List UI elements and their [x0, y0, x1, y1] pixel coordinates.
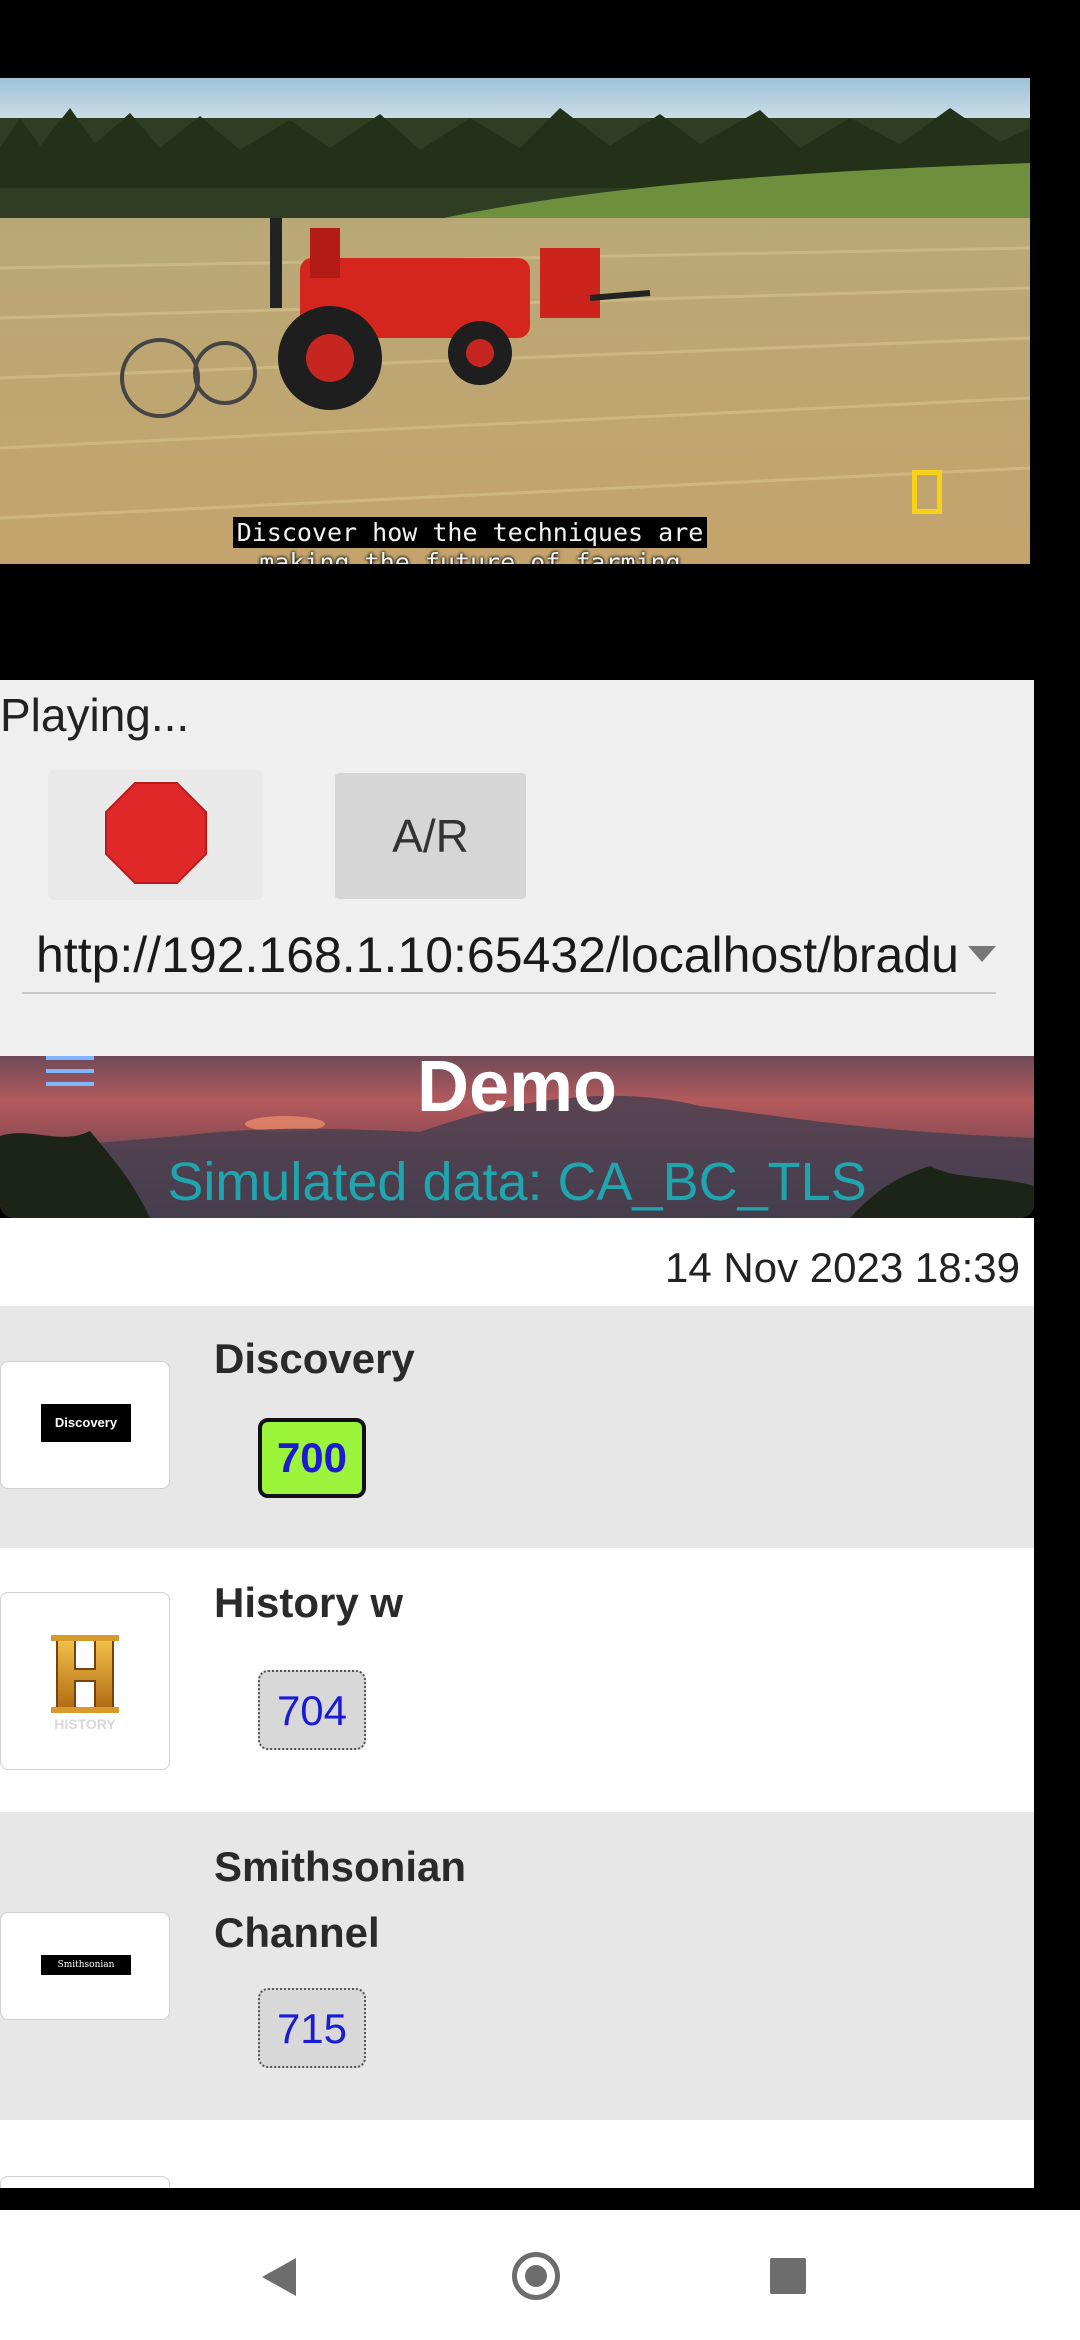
- home-icon[interactable]: [512, 2252, 560, 2300]
- page-title: Demo: [416, 1056, 618, 1127]
- back-icon[interactable]: [262, 2258, 296, 2296]
- recent-apps-icon[interactable]: [770, 2258, 806, 2294]
- stop-icon: [105, 782, 207, 884]
- player-panel: Playing... A/R http://192.168.1.10:65432…: [0, 680, 1034, 1056]
- channel-name: History w: [214, 1579, 404, 1626]
- stream-url-select[interactable]: http://192.168.1.10:65432/localhost/brad…: [22, 918, 996, 994]
- channel-row[interactable]: Discovery Discovery 700: [0, 1306, 1034, 1548]
- stream-url-value: http://192.168.1.10:65432/localhost/brad…: [36, 927, 959, 983]
- channel-number-badge[interactable]: 704: [258, 1670, 366, 1750]
- subtitle-line-1: Discover how the techniques are: [0, 517, 940, 548]
- subtitle-line-2: making the future of farming: [259, 548, 681, 564]
- channel-row[interactable]: Smithsonian CHANNEL Smithsonian Channel …: [0, 1812, 1034, 2120]
- channel-name: Discovery: [214, 1335, 415, 1382]
- channel-name-line-2: Channel: [214, 1909, 380, 1956]
- svg-text:HISTORY: HISTORY: [54, 1716, 116, 1732]
- guide-banner: Demo Simulated data: CA_BC_TLS: [0, 1056, 1034, 1218]
- channel-logo: Smithsonian CHANNEL: [0, 1912, 170, 2020]
- smithsonian-logo: Smithsonian CHANNEL: [41, 1955, 131, 1990]
- channel-number-badge[interactable]: 715: [258, 1988, 366, 2068]
- video-player[interactable]: Discover how the techniques are making t…: [0, 78, 1030, 564]
- video-frame: [0, 78, 1030, 564]
- channel-list: 14 Nov 2023 18:39 Discovery Discovery 70…: [0, 1218, 1034, 2188]
- system-nav-bar: [0, 2210, 1080, 2340]
- channel-number-badge[interactable]: 700: [258, 1418, 366, 1498]
- stop-button[interactable]: [48, 770, 263, 900]
- channel-watermark-icon: [912, 470, 942, 514]
- discovery-logo: Discovery: [41, 1404, 131, 1442]
- channel-name-line-1: Smithsonian: [214, 1843, 467, 1890]
- history-logo-icon: HISTORY: [51, 1635, 119, 1732]
- channel-row[interactable]: [0, 2120, 1034, 2188]
- channel-logo: Discovery: [0, 1361, 170, 1489]
- ar-button[interactable]: A/R: [335, 773, 526, 899]
- chevron-down-icon: [968, 946, 996, 962]
- guide-timestamp: 14 Nov 2023 18:39: [665, 1244, 1020, 1291]
- screen: Discover how the techniques are making t…: [0, 0, 1080, 2340]
- playback-status: Playing...: [0, 689, 190, 741]
- channel-logo: HISTORY: [0, 1592, 170, 1770]
- channel-logo: [0, 2176, 170, 2188]
- page-subtitle: Simulated data: CA_BC_TLS: [167, 1152, 867, 1212]
- channel-row[interactable]: HISTORY History w 704: [0, 1548, 1034, 1812]
